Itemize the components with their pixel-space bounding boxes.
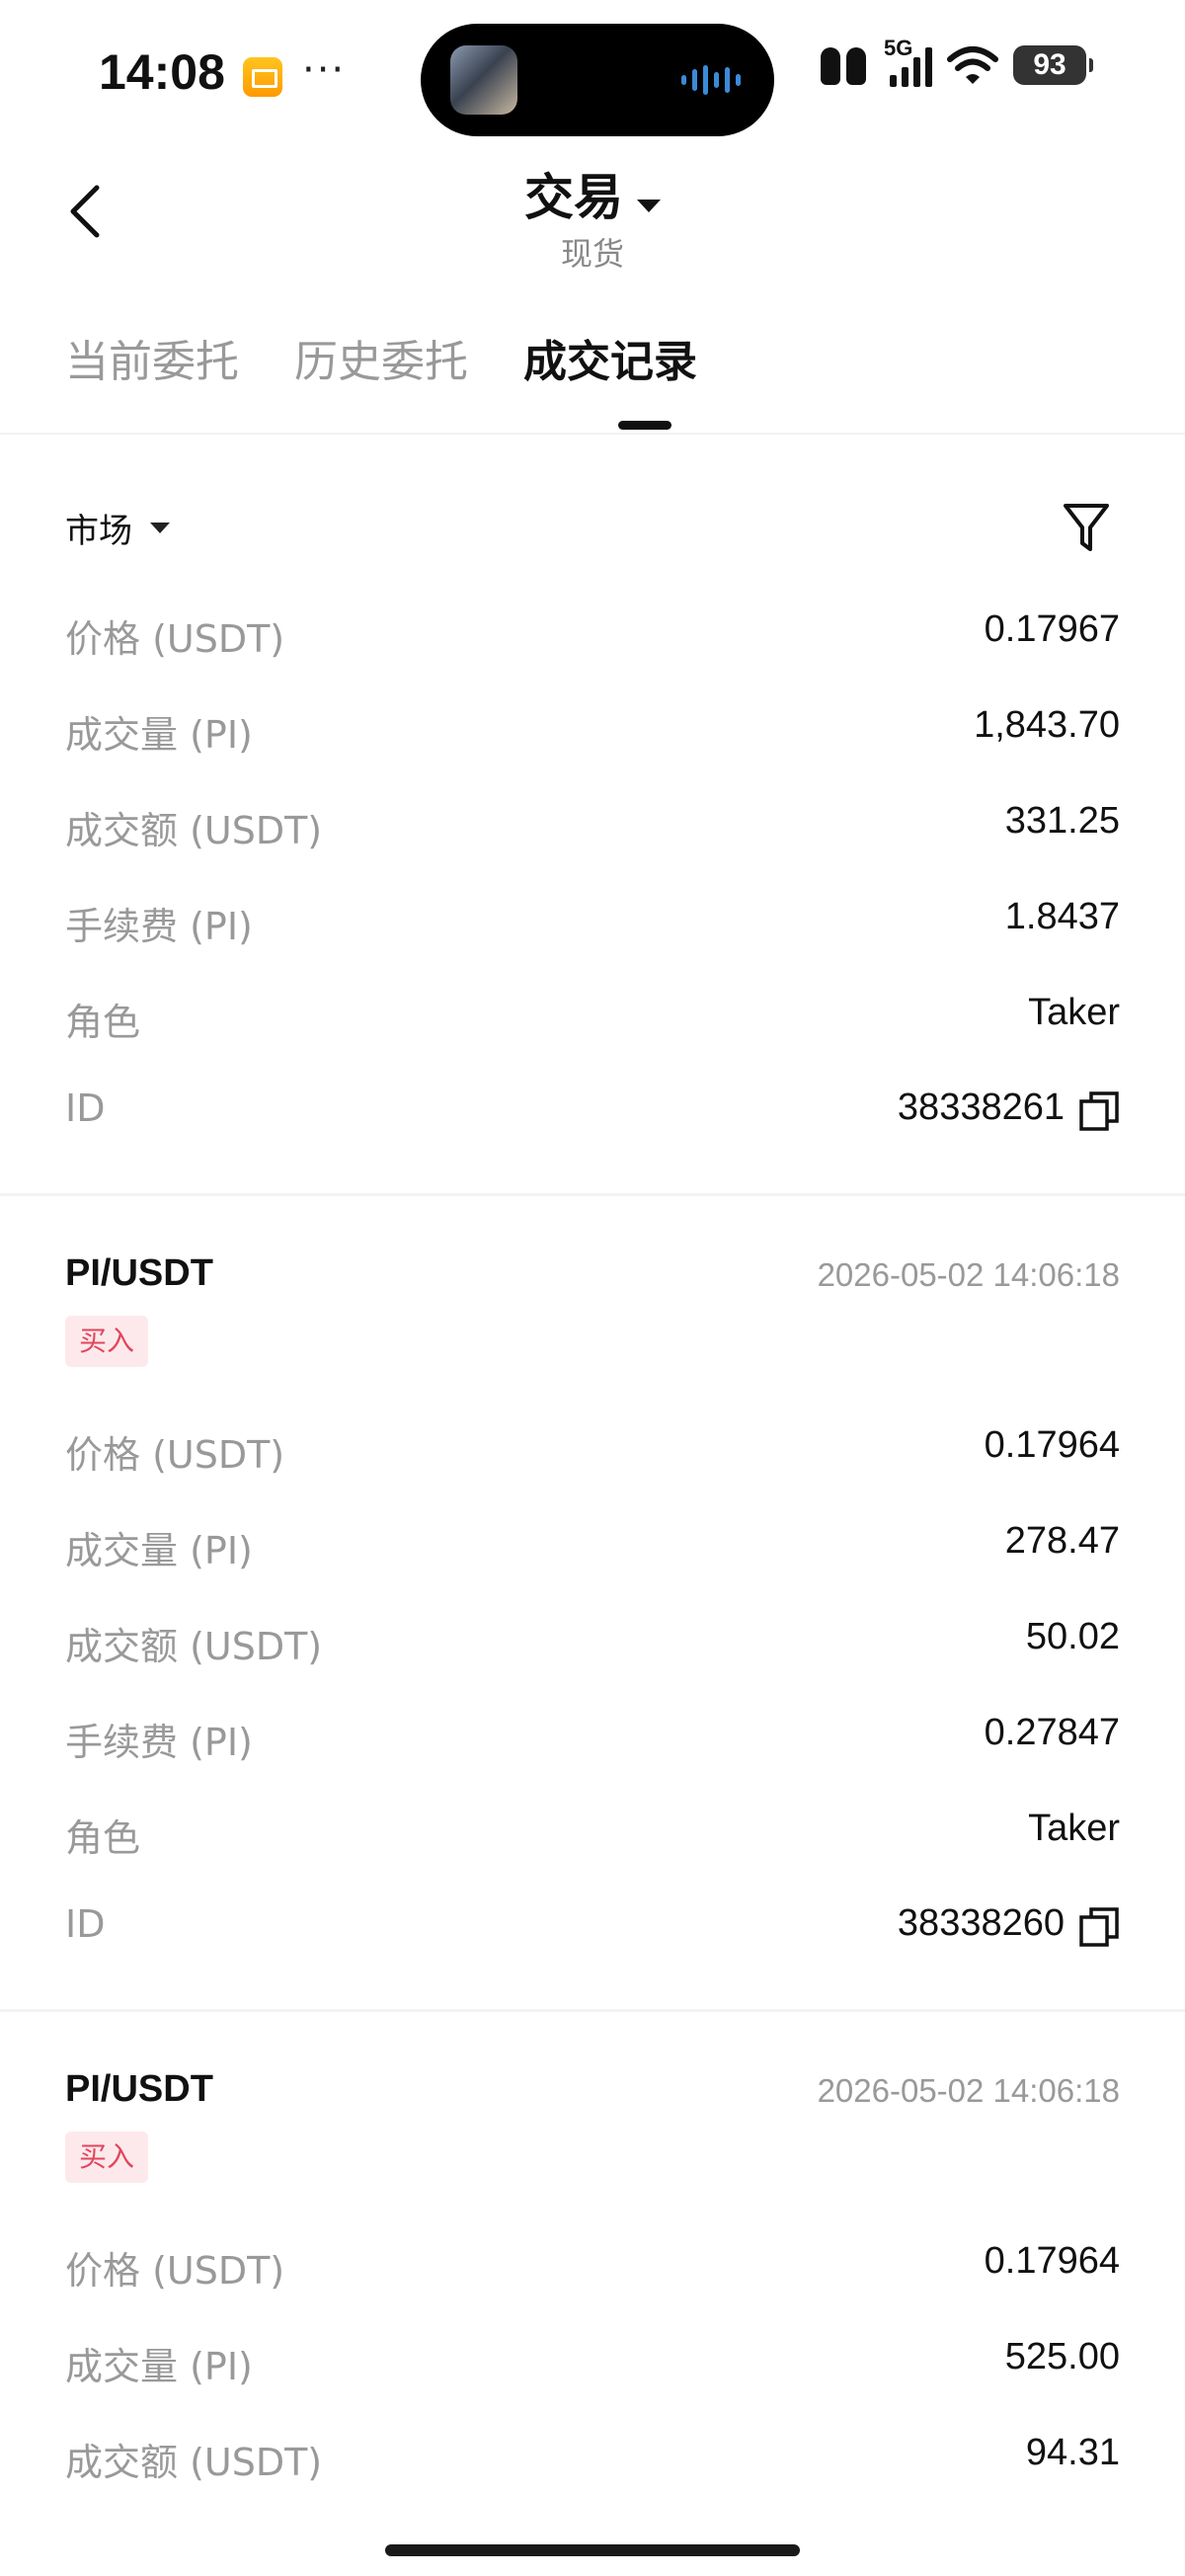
row-label: 成交量 (PI) <box>65 1529 253 1572</box>
trade-pair: PI/USDT <box>65 2068 213 2110</box>
market-filter-label: 市场 <box>65 512 132 551</box>
row-value: 278.47 <box>1004 1520 1120 1562</box>
row-value: Taker <box>1028 992 1120 1033</box>
trade-row: 成交量 (PI) 278.47 <box>65 1520 1120 1579</box>
tabs-divider <box>0 433 1185 435</box>
row-value: 0.17964 <box>984 2240 1120 2282</box>
buy-badge: 买入 <box>65 1316 149 1367</box>
row-label: 成交额 (USDT) <box>65 1625 323 1668</box>
row-value: 1.8437 <box>1004 896 1120 937</box>
row-label: 价格 (USDT) <box>65 617 285 661</box>
market-filter-dropdown[interactable]: 市场 <box>65 504 170 552</box>
row-value: 50.02 <box>1025 1616 1120 1657</box>
status-bar: 14:08 ··· 5G 93 <box>0 0 1185 148</box>
trade-row: 手续费 (PI) 0.27847 <box>65 1712 1120 1771</box>
row-value: 94.31 <box>1025 2432 1120 2473</box>
trade-row: 手续费 (PI) 1.8437 <box>65 896 1120 955</box>
cellular-signal-icon: 5G <box>884 36 932 87</box>
home-indicator[interactable] <box>385 2544 800 2556</box>
status-time: 14:08 <box>99 44 225 100</box>
row-label: ID <box>65 1902 106 1946</box>
active-tab-indicator <box>618 421 672 430</box>
row-label: 成交量 (PI) <box>65 713 253 757</box>
trade-row: 角色 Taker <box>65 1808 1120 1867</box>
header-title-button[interactable]: 交易 <box>0 158 1185 229</box>
copy-icon[interactable] <box>1078 1090 1120 1132</box>
row-label: 手续费 (PI) <box>65 905 253 948</box>
trade-datetime: 2026-05-02 14:06:18 <box>817 2072 1120 2109</box>
trade-row: 成交额 (USDT) 331.25 <box>65 800 1120 859</box>
section-divider <box>0 2009 1185 2012</box>
dynamic-island[interactable] <box>421 24 774 136</box>
row-label: 价格 (USDT) <box>65 1433 285 1477</box>
section-divider <box>0 1193 1185 1196</box>
trade-row: 成交量 (PI) 525.00 <box>65 2336 1120 2395</box>
trade-row: 价格 (USDT) 0.17967 <box>65 608 1120 668</box>
battery-icon: 93 <box>1013 45 1093 85</box>
dropdown-caret-icon <box>637 200 661 212</box>
order-tabs: 当前委托 历史委托 成交记录 <box>65 326 697 389</box>
row-label: 成交额 (USDT) <box>65 809 323 852</box>
row-value: 0.27847 <box>984 1712 1120 1753</box>
copy-icon[interactable] <box>1078 1906 1120 1948</box>
filter-funnel-icon[interactable] <box>1061 498 1112 557</box>
trade-row: 角色 Taker <box>65 992 1120 1051</box>
row-label: 角色 <box>65 1001 141 1044</box>
trade-pair: PI/USDT <box>65 1252 213 1294</box>
more-dots: ··· <box>302 47 347 93</box>
mail-icon <box>243 57 282 97</box>
row-label: ID <box>65 1087 106 1130</box>
buy-badge: 买入 <box>65 2132 149 2183</box>
row-label: 成交量 (PI) <box>65 2345 253 2388</box>
trade-row: 成交额 (USDT) 50.02 <box>65 1616 1120 1675</box>
row-value: Taker <box>1028 1808 1120 1849</box>
trade-row: 成交额 (USDT) 94.31 <box>65 2432 1120 2491</box>
trade-row: 价格 (USDT) 0.17964 <box>65 2240 1120 2299</box>
row-value: 331.25 <box>1004 800 1120 842</box>
page-title: 交易 <box>524 169 623 226</box>
network-type: 5G <box>884 36 913 60</box>
row-value: 1,843.70 <box>974 704 1120 746</box>
trade-row: 成交量 (PI) 1,843.70 <box>65 704 1120 764</box>
row-label: 手续费 (PI) <box>65 1721 253 1764</box>
page-subtitle: 现货 <box>560 235 624 273</box>
row-value: 0.17964 <box>984 1424 1120 1466</box>
audio-wave-icon <box>681 65 741 95</box>
tab-open-orders[interactable]: 当前委托 <box>65 326 239 389</box>
trade-row: 价格 (USDT) 0.17964 <box>65 1424 1120 1484</box>
tab-trade-history[interactable]: 成交记录 <box>523 326 697 389</box>
trade-datetime: 2026-05-02 14:06:18 <box>817 1256 1120 1293</box>
status-indicators: 5G 93 <box>817 36 1093 87</box>
row-label: 成交额 (USDT) <box>65 2441 323 2484</box>
trade-row: ID 38338260 <box>65 1902 1120 1962</box>
trade-id: 38338260 <box>897 1902 1065 1944</box>
row-value: 525.00 <box>1004 2336 1120 2377</box>
airpods-icon <box>817 43 872 87</box>
row-label: 价格 (USDT) <box>65 2249 285 2293</box>
row-label: 角色 <box>65 1816 141 1860</box>
row-value: 0.17967 <box>984 608 1120 650</box>
trade-id: 38338261 <box>897 1087 1065 1128</box>
tab-order-history[interactable]: 历史委托 <box>294 326 468 389</box>
media-thumbnail <box>450 45 517 115</box>
wifi-icon <box>947 46 998 84</box>
trade-row: ID 38338261 <box>65 1087 1120 1146</box>
dropdown-caret-icon <box>150 523 170 533</box>
